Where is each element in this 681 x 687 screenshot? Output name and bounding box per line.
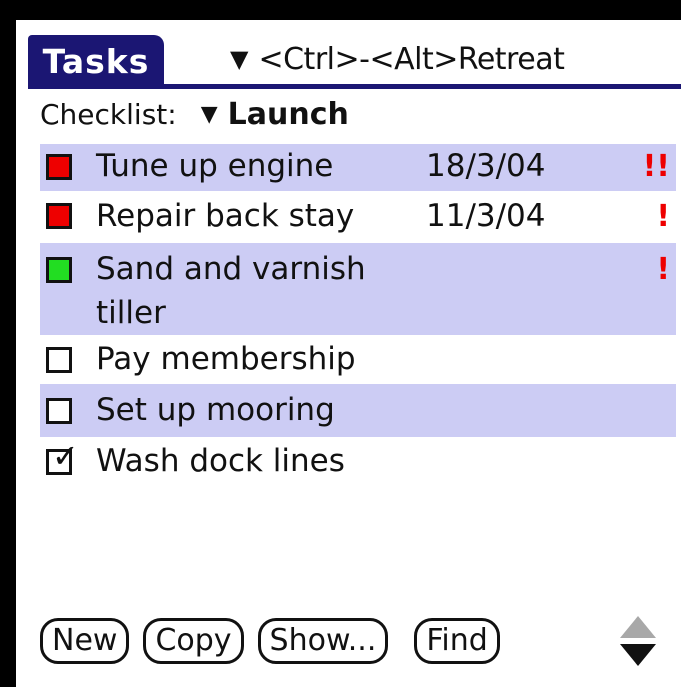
checkmark-icon: ✓	[52, 437, 79, 475]
task-description[interactable]: Repair back stay	[96, 194, 354, 239]
task-status-box[interactable]	[46, 257, 72, 283]
task-list: Tune up engine 18/3/04 !! Repair back st…	[40, 144, 676, 487]
task-description[interactable]: Set up mooring	[96, 388, 335, 433]
task-due-date[interactable]: 11/3/04	[426, 194, 546, 239]
find-button[interactable]: Find	[414, 618, 500, 664]
copy-button[interactable]: Copy	[143, 618, 244, 664]
task-priority: !	[656, 199, 670, 234]
category-label: <Ctrl>-<Alt>Retreat	[258, 41, 565, 77]
app-screen: Tasks ▼ <Ctrl>-<Alt>Retreat Checklist: ▼…	[16, 20, 681, 687]
checklist-label: Checklist:	[40, 97, 177, 131]
task-row[interactable]: Set up mooring	[40, 384, 676, 437]
task-status-box[interactable]	[46, 154, 72, 180]
task-description[interactable]: Wash dock lines	[96, 439, 345, 484]
task-description[interactable]: Tune up engine	[96, 144, 333, 189]
task-checkbox[interactable]	[46, 347, 72, 373]
task-status-box[interactable]	[46, 203, 72, 229]
checklist-dropdown-icon[interactable]: ▼	[201, 102, 218, 127]
device-bezel-left	[0, 0, 16, 687]
task-row[interactable]: ✓ Wash dock lines	[40, 437, 676, 487]
task-checkbox-checked[interactable]: ✓	[46, 440, 79, 475]
task-priority: !	[656, 252, 670, 287]
task-due-date[interactable]: 18/3/04	[426, 144, 546, 189]
scroll-arrows[interactable]	[620, 616, 656, 670]
task-priority: !!	[642, 149, 670, 184]
dropdown-triangle-icon: ▼	[230, 45, 249, 73]
task-row[interactable]: Sand and varnish tiller !	[40, 243, 676, 335]
scroll-down-icon[interactable]	[620, 644, 656, 666]
task-row[interactable]: Tune up engine 18/3/04 !!	[40, 144, 676, 191]
task-checkbox[interactable]	[46, 398, 72, 424]
title-underline	[28, 84, 681, 89]
task-row[interactable]: Pay membership	[40, 335, 676, 384]
app-title[interactable]: Tasks	[28, 35, 164, 89]
new-button[interactable]: New	[40, 618, 130, 664]
checklist-value[interactable]: Launch	[228, 97, 349, 132]
device-bezel-top	[0, 0, 681, 20]
task-description[interactable]: Sand and varnish	[96, 247, 366, 292]
show-button[interactable]: Show...	[257, 618, 389, 664]
task-description-line2[interactable]: tiller	[96, 291, 166, 336]
button-bar: New Copy Show... Find	[40, 618, 500, 664]
task-description[interactable]: Pay membership	[96, 337, 356, 382]
category-dropdown[interactable]: ▼ <Ctrl>-<Alt>Retreat	[230, 34, 565, 84]
scroll-up-icon[interactable]	[620, 616, 656, 638]
checklist-selector: Checklist: ▼ Launch	[40, 92, 349, 136]
task-row[interactable]: Repair back stay 11/3/04 !	[40, 191, 676, 243]
